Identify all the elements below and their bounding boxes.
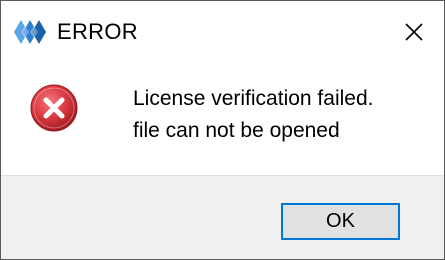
button-bar: OK xyxy=(1,175,444,259)
error-message: License verification failed. file can no… xyxy=(133,83,373,147)
close-icon xyxy=(404,22,424,42)
error-icon xyxy=(29,83,79,133)
ok-button[interactable]: OK xyxy=(281,203,400,240)
dialog-title: ERROR xyxy=(57,19,138,44)
error-dialog: ERROR License verification failed. file … xyxy=(0,0,445,260)
close-button[interactable] xyxy=(384,1,444,63)
message-line-2: file can not be opened xyxy=(133,119,340,142)
message-area: License verification failed. file can no… xyxy=(1,63,444,175)
message-line-1: License verification failed. xyxy=(133,87,374,110)
diamond-logo-icon xyxy=(13,19,47,45)
title-bar[interactable]: ERROR xyxy=(1,1,444,63)
